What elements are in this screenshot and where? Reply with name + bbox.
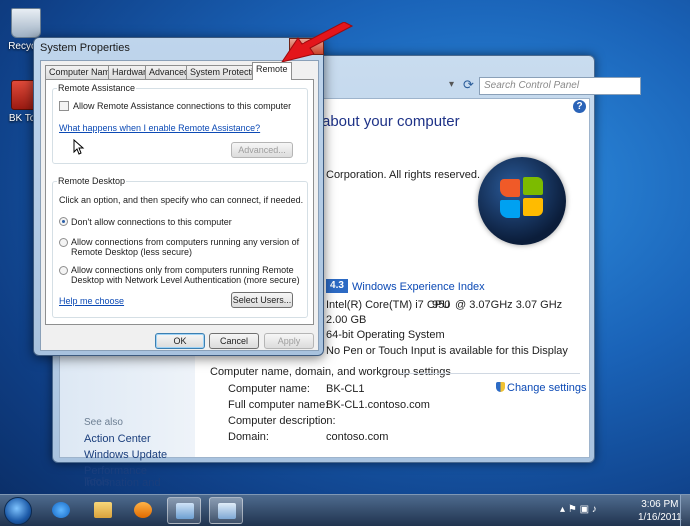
clock[interactable]: 3:06 PM 1/16/2011 (638, 498, 682, 524)
remote-desktop-instruction: Click an option, and then specify who ca… (59, 195, 304, 205)
full-name-value: BK-CL1.contoso.com (326, 399, 430, 411)
volume-icon[interactable]: ♪ (592, 504, 597, 515)
start-button[interactable] (4, 497, 32, 525)
control-panel-icon (176, 503, 194, 519)
computer-name-value: BK-CL1 (326, 383, 365, 395)
performance-info-link-line2[interactable]: Tools (84, 476, 110, 488)
processor-model: 950 (432, 299, 451, 311)
allow-remote-assistance-label: Allow Remote Assistance connections to t… (73, 101, 292, 111)
dont-allow-label: Don't allow connections to this computer (71, 217, 232, 227)
allow-remote-assistance-checkbox[interactable] (59, 101, 69, 111)
select-users-button[interactable]: Select Users... (231, 292, 293, 308)
memory-value: 2.00 GB (326, 314, 367, 326)
search-input[interactable]: Search Control Panel (479, 77, 641, 95)
cancel-button[interactable]: Cancel (209, 333, 259, 349)
allow-any-version-radio[interactable] (59, 238, 68, 247)
pen-touch-value: No Pen or Touch Input is available for t… (326, 345, 568, 357)
remote-assistance-title: Remote Assistance (57, 83, 137, 93)
system-type-value: 64-bit Operating System (326, 329, 445, 341)
dont-allow-radio[interactable] (59, 217, 68, 226)
experience-score-badge[interactable]: 4.3 (326, 279, 348, 293)
apply-button[interactable]: Apply (264, 333, 314, 349)
domain-value: contoso.com (326, 431, 389, 443)
description-label: Computer description: (228, 415, 336, 427)
allow-any-version-label: Allow connections from computers running… (71, 237, 300, 247)
action-center-link[interactable]: Action Center (84, 433, 151, 445)
clock-date: 1/16/2011 (638, 512, 682, 523)
taskbar-control-panel-button[interactable] (167, 497, 201, 524)
address-dropdown-icon[interactable]: ▾ (449, 79, 454, 90)
internet-explorer-icon (52, 502, 70, 518)
full-name-label: Full computer name: (228, 399, 329, 411)
system-properties-dialog: System Properties ✕ Computer Name Hardwa… (33, 37, 324, 356)
recycle-bin-image (11, 8, 41, 38)
see-also-heading: See also (84, 417, 123, 428)
ok-button[interactable]: OK (155, 333, 205, 349)
network-icon[interactable]: ▣ (580, 504, 589, 515)
copyright-text: Corporation. All rights reserved. (326, 169, 481, 181)
processor-speed: @ 3.07GHz 3.07 GHz (455, 299, 563, 311)
refresh-icon[interactable]: ⟳ (463, 77, 474, 93)
advanced-button[interactable]: Advanced... (231, 142, 293, 158)
tab-remote[interactable]: Remote (252, 62, 292, 80)
system-properties-icon (218, 503, 236, 519)
remote-desktop-group: Remote Desktop Click an option, and then… (52, 176, 308, 318)
show-desktop-button[interactable] (680, 495, 690, 526)
allow-nla-label: Allow connections only from computers ru… (71, 265, 294, 275)
remote-desktop-title: Remote Desktop (57, 176, 127, 186)
taskbar-system-properties-button[interactable] (209, 497, 243, 524)
taskbar-explorer-button[interactable] (86, 497, 120, 524)
experience-index-link[interactable]: Windows Experience Index (352, 281, 485, 293)
change-settings-link[interactable]: Change settings (496, 382, 587, 394)
allow-nla-label-line2: Desktop with Network Level Authenticatio… (71, 275, 300, 285)
remote-assistance-group: Remote Assistance Allow Remote Assistanc… (52, 83, 308, 164)
dialog-body: Computer Name Hardware Advanced System P… (40, 60, 319, 351)
section-title: Computer name, domain, and workgroup set… (210, 366, 451, 378)
change-settings-label: Change settings (507, 382, 587, 394)
domain-label: Domain: (228, 431, 269, 443)
remote-tab-panel: Remote Assistance Allow Remote Assistanc… (45, 79, 314, 325)
section-divider (400, 373, 580, 374)
help-icon[interactable]: ? (573, 100, 586, 113)
remote-assistance-help-link[interactable]: What happens when I enable Remote Assist… (59, 123, 260, 133)
media-player-icon (134, 502, 152, 518)
help-me-choose-link[interactable]: Help me choose (59, 296, 124, 306)
folder-icon (94, 502, 112, 518)
allow-any-version-label-line2: Remote Desktop (less secure) (71, 247, 193, 257)
tray-expand-icon[interactable]: ▴ (560, 504, 565, 515)
mouse-cursor-icon (73, 139, 85, 155)
taskbar-media-button[interactable] (126, 497, 160, 524)
taskbar: ▴ ⚑ ▣ ♪ 3:06 PM 1/16/2011 (0, 494, 690, 526)
dialog-title: System Properties (40, 42, 130, 54)
allow-nla-radio[interactable] (59, 266, 68, 275)
action-center-icon[interactable]: ⚑ (568, 504, 577, 515)
computer-name-label: Computer name: (228, 383, 310, 395)
windows-update-link[interactable]: Windows Update (84, 449, 167, 461)
windows-logo-icon (478, 157, 566, 245)
taskbar-ie-button[interactable] (44, 497, 78, 524)
system-tray: ▴ ⚑ ▣ ♪ (560, 504, 630, 518)
uac-shield-icon (496, 382, 505, 392)
clock-time: 3:06 PM (641, 499, 679, 510)
page-title: about your computer (322, 113, 460, 130)
